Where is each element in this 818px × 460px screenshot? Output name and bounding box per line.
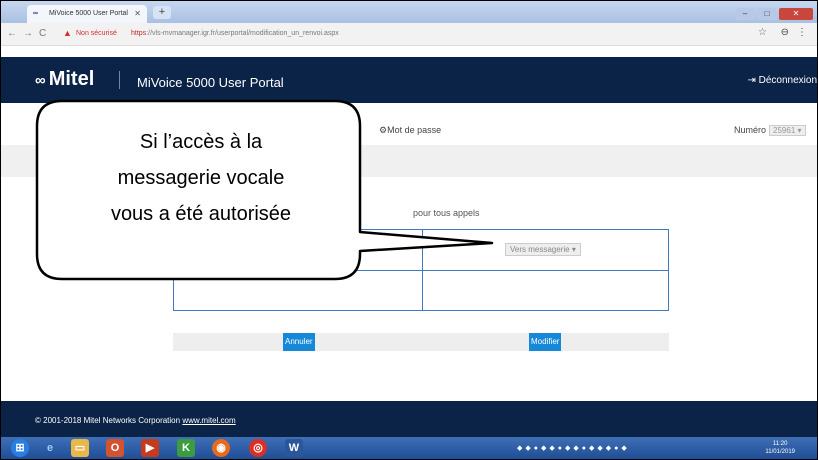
modify-button[interactable]: Modifier	[529, 333, 562, 351]
firefox-icon[interactable]: ◉	[212, 439, 230, 457]
destination-dropdown[interactable]: Vers messagerie ▾	[505, 243, 581, 256]
portal-title: MiVoice 5000 User Portal	[137, 75, 284, 90]
callout-line: Si l’accès à la	[139, 131, 263, 153]
url-field[interactable]: https://vls-mvmanager.igr.fr/userportal/…	[131, 30, 339, 37]
close-window-icon[interactable]: ✕	[779, 8, 813, 20]
portal-footer: © 2001-2018 Mitel Networks Corporation w…	[1, 401, 817, 437]
clock[interactable]: 11:20 11/01/2019	[765, 440, 795, 456]
account-icon[interactable]: ⊖	[781, 27, 789, 38]
table-divider-horizontal	[174, 270, 668, 271]
action-row	[173, 333, 669, 351]
mitel-favicon-icon: ∞	[33, 10, 38, 17]
logout-icon: ⇥	[747, 75, 759, 86]
logout-button[interactable]: ⇥ Déconnexion	[747, 75, 817, 86]
windows-taskbar: ⊞ e ▭ O ▶ K ◉ ◎ W ◆◆●◆◆●◆◆●◆◆◆●◆ 11:20 11…	[1, 437, 817, 459]
system-tray[interactable]: ◆◆●◆◆●◆◆●◆◆◆●◆	[517, 444, 630, 452]
copyright-text: © 2001-2018 Mitel Networks Corporation w…	[35, 416, 236, 425]
browser-tab-bar: ∞ MiVoice 5000 User Portal ✕ + – □ ✕	[1, 1, 817, 23]
start-icon[interactable]: ⊞	[11, 439, 29, 457]
warning-icon[interactable]: ▲	[63, 28, 72, 38]
mitel-logo-icon: ∞	[35, 72, 46, 89]
browser-tab[interactable]: ∞ MiVoice 5000 User Portal ✕	[27, 5, 147, 23]
mitel-website-link[interactable]: www.mitel.com	[182, 416, 235, 425]
address-bar: ←→C ▲ Non sécurisé https://vls-mvmanager…	[1, 23, 817, 46]
new-tab-button[interactable]: +	[153, 6, 171, 19]
forwarding-table: Vers messagerie ▾	[173, 229, 669, 311]
cancel-button[interactable]: Annuler	[283, 333, 315, 351]
maximize-icon[interactable]: □	[757, 8, 777, 20]
menu-dots-icon[interactable]: ⋮	[797, 27, 807, 38]
numero-dropdown[interactable]: 25961 ▾	[769, 125, 806, 136]
callout-text: Si l’accès à la messagerie vocale vous a…	[40, 124, 362, 232]
bookmark-star-icon[interactable]: ☆	[758, 27, 767, 38]
ie-icon[interactable]: e	[41, 439, 59, 457]
mitel-logo: ∞ Mitel	[35, 68, 95, 90]
callout-line: vous a été autorisée	[110, 203, 292, 225]
minimize-icon[interactable]: –	[735, 8, 755, 20]
not-secure-label[interactable]: Non sécurisé	[76, 30, 117, 37]
media-icon[interactable]: ▶	[141, 439, 159, 457]
close-tab-icon[interactable]: ✕	[134, 9, 141, 18]
password-link[interactable]: ⚙Mot de passe	[379, 125, 441, 136]
callout-line: messagerie vocale	[117, 167, 285, 189]
chrome-icon[interactable]: ◎	[249, 439, 267, 457]
nav-buttons[interactable]: ←→C	[7, 28, 52, 39]
folder-icon[interactable]: ▭	[71, 439, 89, 457]
header-divider	[119, 71, 120, 89]
url-scheme: https	[131, 30, 147, 37]
url-path: ://vls-mvmanager.igr.fr/userportal/modif…	[146, 30, 339, 37]
section-label: pour tous appels	[413, 208, 480, 218]
gear-icon: ⚙	[379, 125, 388, 135]
app-icon[interactable]: K	[177, 439, 195, 457]
window-controls: – □ ✕	[733, 3, 813, 21]
numero-label: Numéro	[734, 125, 767, 135]
word-icon[interactable]: W	[285, 439, 303, 457]
numero-selector: Numéro 25961 ▾	[734, 125, 806, 136]
outlook-icon[interactable]: O	[106, 439, 124, 457]
tab-title: MiVoice 5000 User Portal	[49, 10, 128, 17]
portal-header: ∞ Mitel MiVoice 5000 User Portal ⇥ Déconn…	[1, 57, 817, 103]
